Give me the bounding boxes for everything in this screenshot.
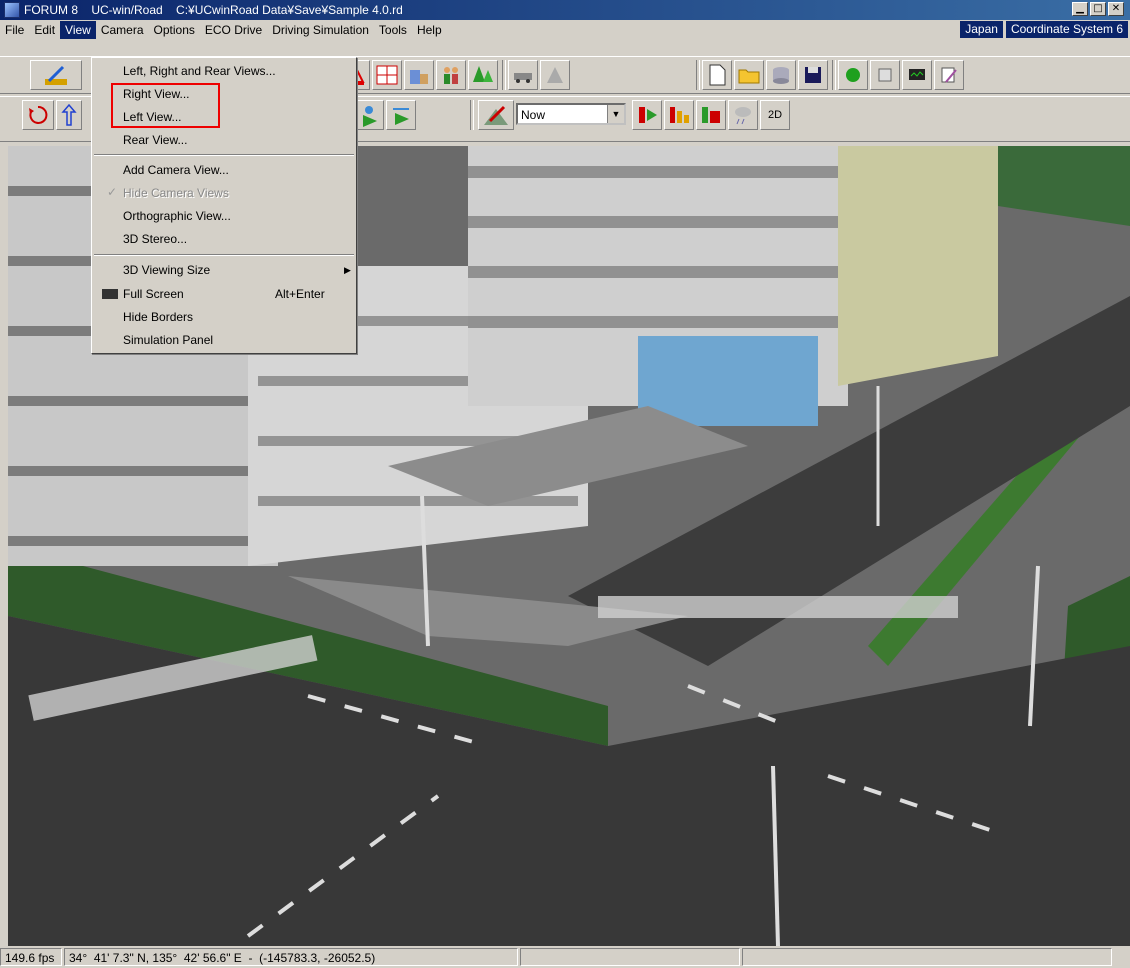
open-file-button[interactable] [734,60,764,90]
database-button[interactable] [766,60,796,90]
stop-icon [878,68,892,82]
grid-button[interactable] [372,60,402,90]
stop-button[interactable] [870,60,900,90]
drive-road-icon [393,108,409,125]
submenu-arrow-icon: ▶ [344,265,351,275]
maximize-button[interactable]: □ [1090,2,1106,16]
menu-edit[interactable]: Edit [29,21,60,39]
weather-icon [735,107,751,125]
highlight-box [111,83,220,128]
vehicle-button[interactable] [508,60,538,90]
people-button[interactable] [436,60,466,90]
menuitem-orthographic-view[interactable]: Orthographic View... [123,205,231,227]
sign-button[interactable] [540,60,570,90]
menu-eco-drive[interactable]: ECO Drive [200,21,267,39]
menu-options[interactable]: Options [149,21,200,39]
time-select-value: Now [521,108,546,122]
time-of-day-button[interactable] [478,100,514,130]
status-panel-empty-2 [742,948,1112,966]
people-icon [444,67,458,84]
region-button[interactable]: Japan [960,21,1003,38]
title-path: C:¥UCwinRoad Data¥Save¥Sample 4.0.rd [176,3,403,17]
building-icon [410,70,428,84]
menu-file[interactable]: File [0,21,29,39]
fps-readout: 149.6 fps [0,948,62,966]
title-bar[interactable]: FORUM 8 UC-win/Road C:¥UCwinRoad Data¥Sa… [0,0,1130,20]
chevron-down-icon[interactable]: ▼ [607,105,624,123]
save-icon [805,67,821,83]
vertical-arrow-icon [61,103,77,126]
menuitem-3d-stereo[interactable]: 3D Stereo... [123,228,187,250]
coordinate-readout: 34° 41' 7.3" N, 135° 42' 56.6" E - (-145… [64,948,518,966]
full-screen-icon [102,289,118,299]
menu-help[interactable]: Help [412,21,447,39]
minimize-button[interactable]: ▁ [1072,2,1088,16]
title-product: UC-win/Road [91,3,163,17]
time-select[interactable]: Now ▼ [516,103,626,125]
menu-tools[interactable]: Tools [374,21,412,39]
notes-button[interactable] [934,60,964,90]
new-file-button[interactable] [702,60,732,90]
full-screen-shortcut: Alt+Enter [275,287,325,301]
status-bar: 149.6 fps 34° 41' 7.3" N, 135° 42' 56.6"… [0,946,1130,968]
drive-forward-icon [363,106,377,127]
new-document-icon [709,64,726,86]
title-app: FORUM 8 [24,3,78,17]
signal-play-button[interactable] [632,100,662,130]
road-edit-button[interactable] [30,60,82,90]
app-icon [4,2,20,18]
sign-icon [547,67,563,83]
monitor-icon [909,69,925,80]
view-2d-label: 2D [767,109,783,121]
trees-button[interactable] [468,60,498,90]
menuitem-hide-camera-views: Hide Camera Views [123,186,229,200]
menuitem-3d-viewing-size[interactable]: 3D Viewing Size [123,259,210,281]
monitor-button[interactable] [902,60,932,90]
checkmark-icon: ✓ [107,185,118,199]
menu-driving-simulation[interactable]: Driving Simulation [267,21,374,39]
rotate-icon [29,105,48,124]
pen-icon [45,65,67,85]
menuitem-full-screen[interactable]: Full Screen [123,283,184,305]
move-mode-button[interactable] [56,100,82,130]
tree-icon [473,66,493,82]
green-light-icon [846,68,860,82]
signal-stop-button[interactable] [696,100,726,130]
signal-bars-icon [670,107,689,123]
sun-icon [484,105,508,125]
signal-bars-button[interactable] [664,100,694,130]
car-icon [514,73,532,83]
folder-icon [738,69,760,84]
edit-notes-icon [941,67,957,83]
menuitem-rear-view[interactable]: Rear View... [123,129,187,151]
status-panel-empty [520,948,740,966]
save-button[interactable] [798,60,828,90]
menuitem-hide-borders[interactable]: Hide Borders [123,306,193,328]
close-button[interactable]: ✕ [1108,2,1124,16]
rotate-mode-button[interactable] [22,100,54,130]
menu-view[interactable]: View [60,21,96,39]
menu-bar: File Edit View Camera Options ECO Drive … [0,20,1130,40]
menuitem-left-right-rear-views[interactable]: Left, Right and Rear Views... [123,60,276,82]
grid-icon [376,65,398,85]
menu-camera[interactable]: Camera [96,21,149,39]
coordinate-system-button[interactable]: Coordinate System 6 [1005,21,1128,38]
drive-road-button[interactable] [386,100,416,130]
start-button[interactable] [838,60,868,90]
view-2d-button[interactable]: 2D [760,100,790,130]
menuitem-add-camera-view[interactable]: Add Camera View... [123,159,229,181]
signal-stop-icon [702,107,720,123]
weather-button[interactable] [728,100,758,130]
drive-forward-button[interactable] [354,100,384,130]
menuitem-simulation-panel[interactable]: Simulation Panel [123,329,213,351]
database-icon [773,67,789,84]
building-button[interactable] [404,60,434,90]
signal-play-icon [639,107,657,123]
